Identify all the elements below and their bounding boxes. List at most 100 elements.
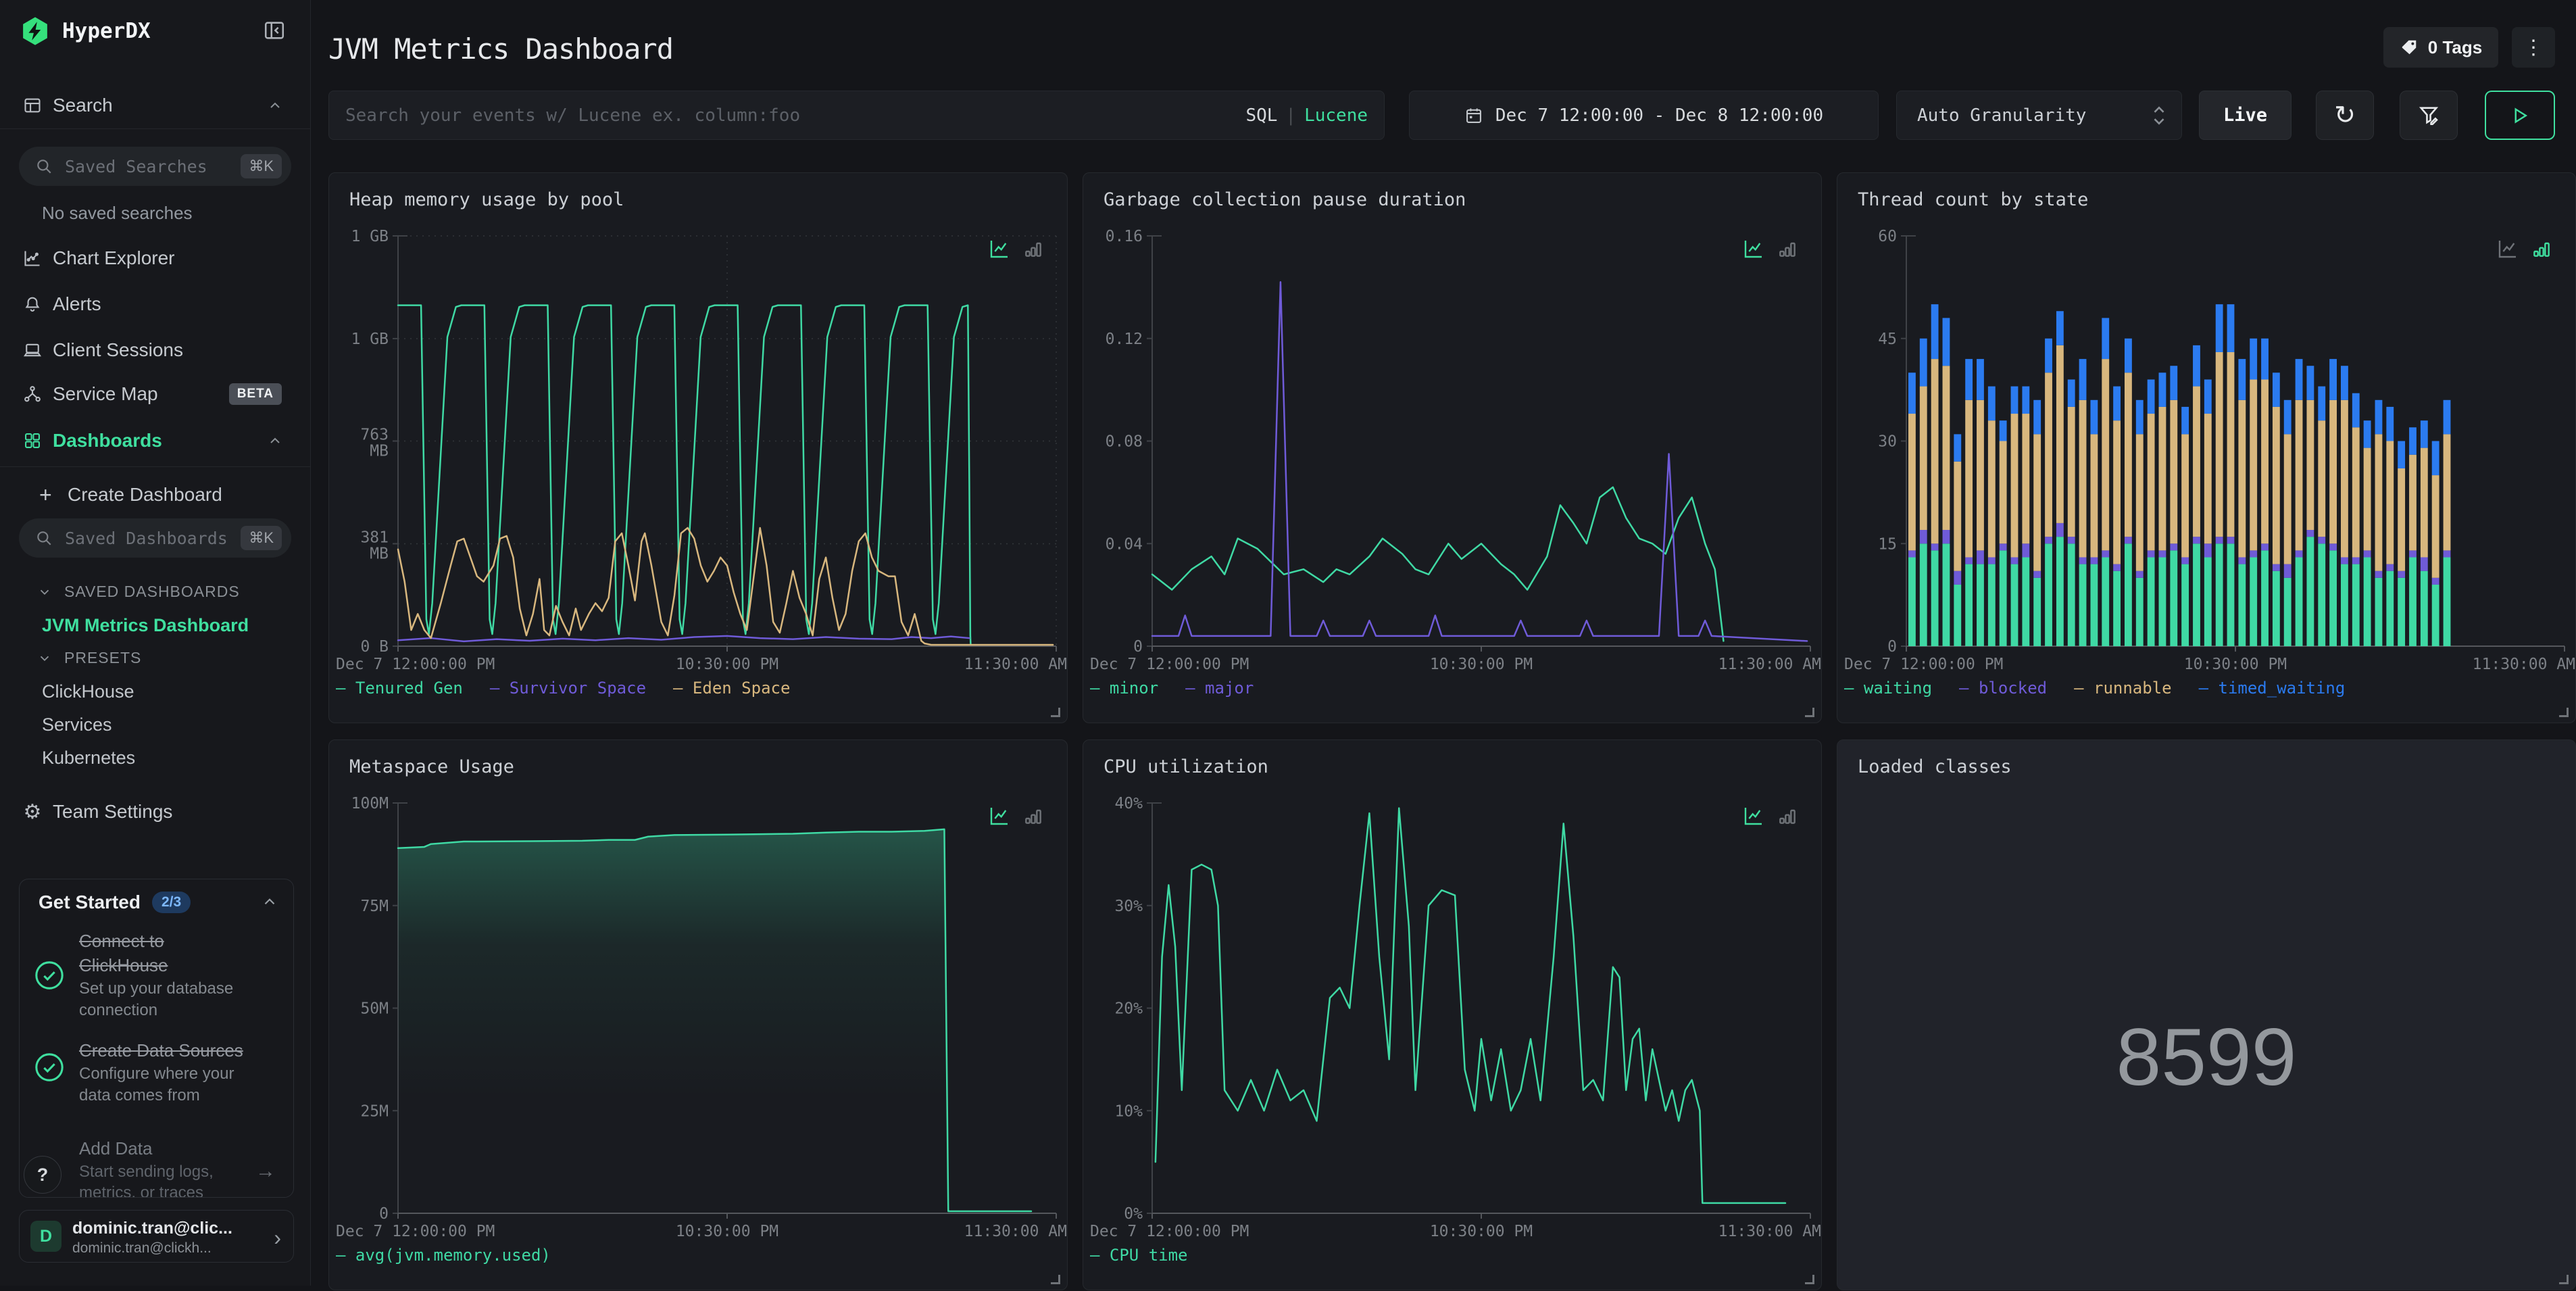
legend-item[interactable]: — waiting	[1844, 679, 1932, 698]
bell-icon	[22, 294, 43, 314]
legend-item[interactable]: — major	[1185, 679, 1254, 698]
legend-item[interactable]: — avg(jvm.memory.used)	[336, 1246, 551, 1265]
sidebar-item-team-settings[interactable]: ⚙ Team Settings	[0, 793, 310, 831]
svg-text:763MB: 763 MB	[360, 427, 389, 460]
preset-services[interactable]: Services	[42, 714, 112, 735]
svg-text:0.08: 0.08	[1106, 433, 1143, 451]
sidebar-item-service-map[interactable]: Service Map BETA	[0, 375, 310, 413]
bar-chart-icon[interactable]	[2531, 238, 2552, 260]
panel-heap-memory[interactable]: Heap memory usage by pool 0 B 381 MB 763 MB 1…	[328, 172, 1068, 723]
resize-handle[interactable]	[1051, 1275, 1060, 1284]
saved-dashboards-placeholder: Saved Dashboards	[65, 528, 228, 548]
step-desc: connection	[79, 1001, 158, 1019]
sidebar-item-chart-explorer[interactable]: Chart Explorer	[0, 239, 310, 277]
section-presets[interactable]: PRESETS	[37, 649, 141, 667]
granularity-select[interactable]: Auto Granularity	[1896, 91, 2182, 140]
preset-kubernetes[interactable]: Kubernetes	[42, 748, 135, 769]
app-name: HyperDX	[62, 19, 151, 43]
bar-chart-icon[interactable]	[1022, 238, 1044, 260]
legend-item[interactable]: — minor	[1090, 679, 1158, 698]
sidebar-item-label: Service Map	[53, 383, 158, 404]
step-title[interactable]: Connect to	[79, 931, 164, 952]
legend-item[interactable]: — Survivor Space	[490, 679, 646, 698]
line-chart-icon[interactable]	[989, 238, 1010, 260]
panel-thread-count[interactable]: Thread count by state 0 15 30 45 60 Dec 7 12:…	[1837, 172, 2576, 723]
bar-chart-icon[interactable]	[1022, 805, 1044, 827]
svg-text:75M: 75M	[360, 898, 389, 915]
sql-toggle[interactable]: SQL	[1245, 105, 1277, 126]
arrow-right-icon[interactable]: →	[255, 1160, 276, 1183]
step-title[interactable]: ClickHouse	[79, 955, 168, 976]
plus-icon: +	[39, 482, 52, 507]
line-chart-icon[interactable]	[1743, 805, 1764, 827]
line-chart-icon[interactable]	[1743, 238, 1764, 260]
live-button[interactable]: Live	[2199, 91, 2292, 140]
resize-handle[interactable]	[1805, 1275, 1814, 1284]
dashboard-link-jvm-metrics[interactable]: JVM Metrics Dashboard	[42, 615, 249, 636]
chart-mode-toggles[interactable]	[1743, 805, 1798, 827]
kebab-menu-button[interactable]: ⋮	[2512, 27, 2555, 68]
sidebar-item-search[interactable]: Search	[0, 87, 310, 124]
user-menu[interactable]: D dominic.tran@clic... dominic.tran@clic…	[19, 1210, 294, 1263]
sidebar-item-client-sessions[interactable]: Client Sessions	[0, 331, 310, 369]
chevron-up-icon[interactable]	[261, 893, 278, 910]
panel-loaded-classes[interactable]: Loaded classes 8599	[1837, 739, 2576, 1290]
step-title[interactable]: Create Data Sources	[79, 1040, 243, 1061]
user-name: dominic.tran@clic...	[72, 1219, 232, 1238]
chart-mode-toggles[interactable]	[2497, 238, 2552, 260]
metaspace-chart: 0 25M 50M 75M 100M Dec 7 12:00:00 PM 10:30:00 …	[336, 795, 1067, 1240]
svg-text:0: 0	[379, 1205, 389, 1223]
select-chevrons-icon	[2154, 105, 2164, 125]
chart-mode-toggles[interactable]	[989, 805, 1044, 827]
help-button[interactable]: ?	[24, 1156, 61, 1194]
tags-button[interactable]: 0 Tags	[2383, 27, 2498, 68]
panel-metaspace[interactable]: Metaspace Usage 0 25M 50M 75M 100M Dec 7 12:0…	[328, 739, 1068, 1290]
sidebar-item-dashboards[interactable]: Dashboards	[0, 422, 310, 460]
saved-searches-input[interactable]: Saved Searches ⌘K	[19, 147, 291, 186]
event-search-input[interactable]: Search your events w/ Lucene ex. column:…	[328, 91, 1385, 140]
bar-chart-icon[interactable]	[1777, 805, 1798, 827]
create-dashboard-button[interactable]: + Create Dashboard	[0, 476, 310, 514]
svg-text:20%: 20%	[1114, 1000, 1143, 1018]
preset-clickhouse[interactable]: ClickHouse	[42, 681, 134, 702]
line-chart-icon[interactable]	[989, 805, 1010, 827]
chevron-right-icon: ›	[274, 1225, 281, 1250]
panel-gc-pause[interactable]: Garbage collection pause duration 0 0.04 0…	[1083, 172, 1822, 723]
progress-badge: 2/3	[152, 892, 191, 913]
resize-handle[interactable]	[2559, 708, 2569, 717]
panel-cpu[interactable]: CPU utilization 0% 10% 20% 30% 40% Dec 7 12:0…	[1083, 739, 1822, 1290]
tag-icon	[2402, 40, 2417, 55]
sidebar-collapse-icon[interactable]	[263, 19, 286, 42]
chart-legend: — Tenured Gen — Survivor Space — Eden Spac…	[336, 679, 790, 698]
create-dashboard-label: Create Dashboard	[68, 484, 222, 505]
legend-item[interactable]: — Eden Space	[673, 679, 790, 698]
legend-item[interactable]: — timed_waiting	[2199, 679, 2346, 698]
divider	[0, 466, 310, 467]
resize-handle[interactable]	[1051, 708, 1060, 717]
section-label: PRESETS	[64, 649, 142, 666]
legend-item[interactable]: — blocked	[1959, 679, 2047, 698]
resize-handle[interactable]	[2559, 1275, 2569, 1284]
query-language-toggle[interactable]: SQL | Lucene	[1245, 105, 1368, 126]
refresh-button[interactable]: ↻	[2316, 91, 2374, 140]
svg-text:30%: 30%	[1114, 898, 1143, 915]
sidebar-item-alerts[interactable]: Alerts	[0, 285, 310, 323]
legend-item[interactable]: — Tenured Gen	[336, 679, 463, 698]
bar-chart-icon[interactable]	[1777, 238, 1798, 260]
chart-mode-toggles[interactable]	[1743, 238, 1798, 260]
chart-mode-toggles[interactable]	[989, 238, 1044, 260]
check-circle-icon	[35, 1053, 64, 1081]
run-query-button[interactable]	[2485, 91, 2555, 140]
saved-dashboards-input[interactable]: Saved Dashboards ⌘K	[19, 518, 291, 558]
resize-handle[interactable]	[1805, 708, 1814, 717]
legend-item[interactable]: — runnable	[2074, 679, 2172, 698]
legend-item[interactable]: — CPU time	[1090, 1246, 1188, 1265]
svg-text:0.12: 0.12	[1106, 331, 1143, 348]
svg-text:0%: 0%	[1124, 1205, 1143, 1223]
filter-button[interactable]	[2400, 91, 2458, 140]
lucene-toggle[interactable]: Lucene	[1304, 105, 1368, 126]
section-saved-dashboards[interactable]: SAVED DASHBOARDS	[37, 583, 240, 601]
line-chart-icon[interactable]	[2497, 238, 2519, 260]
step-title[interactable]: Add Data	[79, 1138, 152, 1159]
date-range-picker[interactable]: Dec 7 12:00:00 - Dec 8 12:00:00	[1409, 91, 1879, 140]
